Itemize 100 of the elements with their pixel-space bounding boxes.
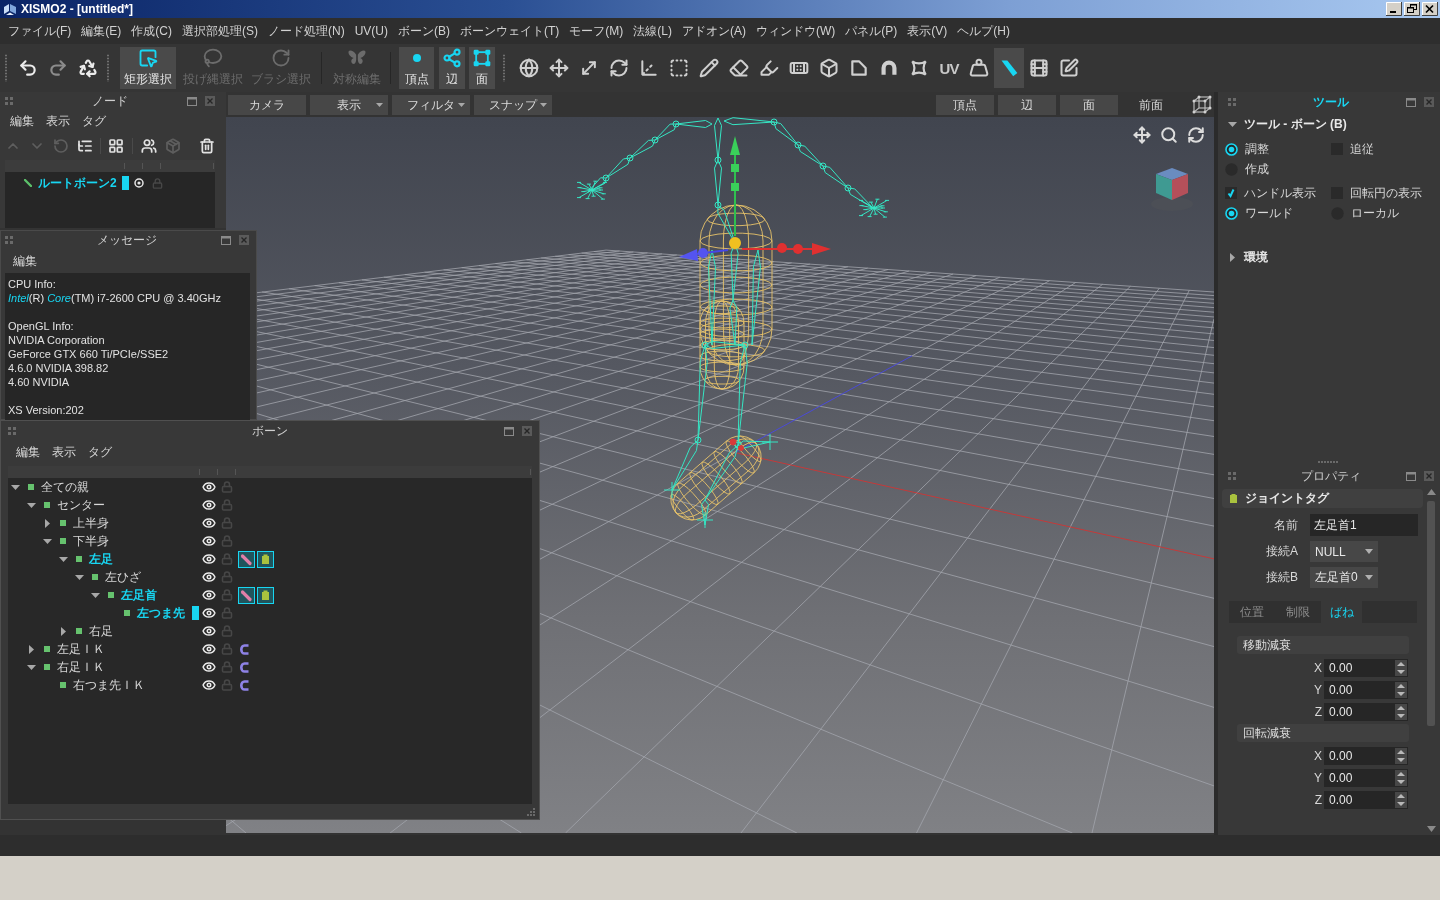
cube-outline-icon[interactable] xyxy=(819,58,839,78)
gizmo-arrow[interactable] xyxy=(679,248,729,261)
menu-item[interactable]: 選択部処理(S) xyxy=(177,22,263,40)
view-menu-button[interactable]: カメラ xyxy=(228,95,306,115)
pencil-tag-icon[interactable] xyxy=(238,586,255,604)
dropdown[interactable]: 左足首0 xyxy=(1310,567,1378,588)
restore-icon[interactable] xyxy=(1404,2,1420,16)
grid-icon[interactable] xyxy=(108,138,124,154)
eye-icon[interactable] xyxy=(202,570,216,584)
element-filter-button[interactable]: 頂点 xyxy=(936,95,994,115)
resize-grip-icon[interactable] xyxy=(527,807,535,816)
menu-item[interactable]: モーフ(M) xyxy=(564,22,629,40)
select-mode-button[interactable]: 矩形選択 xyxy=(120,47,176,89)
number-field[interactable]: 0.00 xyxy=(1324,681,1408,699)
weight-icon[interactable] xyxy=(969,58,989,78)
arch-icon[interactable] xyxy=(879,58,899,78)
element-filter-button[interactable]: 辺 xyxy=(998,95,1056,115)
dashed-square-icon[interactable] xyxy=(669,58,689,78)
magnet-icon[interactable] xyxy=(240,679,249,691)
magnet-icon[interactable] xyxy=(240,643,249,655)
eraser-icon[interactable] xyxy=(729,58,749,78)
bone-name[interactable]: 右足 xyxy=(89,622,113,640)
number-field[interactable]: 0.00 xyxy=(1324,769,1408,787)
menu-item[interactable]: アドオン(A) xyxy=(677,22,751,40)
maximize-icon[interactable] xyxy=(187,96,197,106)
menu-item[interactable]: ヘルプ(H) xyxy=(952,22,1015,40)
bone-name[interactable]: 左足ＩＫ xyxy=(57,640,105,658)
target-icon[interactable] xyxy=(133,178,144,188)
spin-arrows-icon[interactable] xyxy=(1395,704,1407,720)
caret-right-icon[interactable] xyxy=(27,644,36,654)
maximize-icon[interactable] xyxy=(221,235,231,245)
caret-right-icon[interactable] xyxy=(43,518,52,528)
bone-name[interactable]: 左つま先 xyxy=(137,604,185,622)
gizmo-center-handle[interactable] xyxy=(729,237,741,249)
menu-item[interactable]: 作成(C) xyxy=(126,22,177,40)
menu-item[interactable]: 法線(L) xyxy=(628,22,677,40)
rotate-icon[interactable] xyxy=(609,58,629,78)
caret-down-icon[interactable] xyxy=(91,590,100,600)
grip-icon[interactable] xyxy=(1228,98,1236,106)
bone-name[interactable]: 左足 xyxy=(89,550,113,568)
dropdown[interactable]: NULL xyxy=(1310,541,1378,562)
film-icon[interactable] xyxy=(1029,58,1049,78)
axis-icon[interactable] xyxy=(639,58,659,78)
grip-icon[interactable] xyxy=(1228,472,1236,480)
move-icon[interactable] xyxy=(1133,126,1151,144)
eye-icon[interactable] xyxy=(202,534,216,548)
bone-name[interactable]: 下半身 xyxy=(73,532,109,550)
view-menu-button[interactable]: フィルタ xyxy=(392,95,470,115)
move-icon[interactable] xyxy=(549,58,569,78)
menu-item[interactable]: 表示 xyxy=(52,443,76,461)
menu-item[interactable]: 表示(V) xyxy=(902,22,953,40)
text-field[interactable]: 左足首1 xyxy=(1310,514,1418,536)
maximize-icon[interactable] xyxy=(504,426,514,436)
tool-button[interactable] xyxy=(994,48,1024,88)
view-name-button[interactable]: 前面 xyxy=(1122,95,1180,115)
view-menu-button[interactable]: 表示 xyxy=(310,95,388,115)
eye-icon[interactable] xyxy=(202,552,216,566)
tab[interactable]: 制限 xyxy=(1275,601,1321,623)
magnet-icon[interactable] xyxy=(240,661,249,673)
tab[interactable]: 位置 xyxy=(1229,601,1275,623)
element-mode-button[interactable]: 面 xyxy=(469,47,495,89)
bone-name[interactable]: 左足首 xyxy=(121,586,157,604)
caret-down-icon[interactable] xyxy=(27,662,36,672)
wireframe-cube-icon[interactable] xyxy=(1192,95,1212,115)
bone-name[interactable]: 左ひざ xyxy=(105,568,141,586)
eye-icon[interactable] xyxy=(202,516,216,530)
bone-name[interactable]: 上半身 xyxy=(73,514,109,532)
scroll-up-icon[interactable] xyxy=(1426,489,1436,495)
bone-name[interactable]: 全ての親 xyxy=(41,478,89,496)
menu-item[interactable]: 編集 xyxy=(13,252,37,270)
pencil-tag-icon[interactable] xyxy=(238,550,255,568)
globe-icon[interactable] xyxy=(519,58,539,78)
menu-item[interactable]: ノード処理(N) xyxy=(263,22,350,40)
search-icon[interactable] xyxy=(1160,126,1178,144)
tab[interactable]: ばね xyxy=(1321,601,1362,623)
caret-right-icon[interactable] xyxy=(59,626,68,636)
spin-arrows-icon[interactable] xyxy=(1395,770,1407,786)
eye-icon[interactable] xyxy=(202,624,216,638)
caret-down-icon[interactable] xyxy=(43,536,52,546)
element-mode-button[interactable]: 辺 xyxy=(439,47,465,89)
bone-name[interactable]: センター xyxy=(57,496,105,514)
minimize-icon[interactable] xyxy=(1386,2,1402,16)
menu-item[interactable]: ウィンドウ(W) xyxy=(751,22,841,40)
trash-icon[interactable] xyxy=(199,138,215,154)
scrollbar-thumb[interactable] xyxy=(1427,501,1435,726)
element-filter-button[interactable]: 面 xyxy=(1060,95,1118,115)
grip-icon[interactable] xyxy=(106,54,110,82)
cut-corner-icon[interactable] xyxy=(849,58,869,78)
undo-icon[interactable] xyxy=(18,58,38,78)
number-field[interactable]: 0.00 xyxy=(1324,659,1408,677)
menu-item[interactable]: タグ xyxy=(82,112,106,130)
maximize-icon[interactable] xyxy=(1406,97,1416,107)
close-icon[interactable] xyxy=(1422,2,1438,16)
grip-icon[interactable] xyxy=(8,427,16,435)
eye-icon[interactable] xyxy=(202,660,216,674)
menu-item[interactable]: 表示 xyxy=(46,112,70,130)
diagonal-arrow-icon[interactable] xyxy=(579,58,599,78)
rotate-icon[interactable] xyxy=(1187,126,1205,144)
radio-button[interactable] xyxy=(1225,206,1238,220)
grip-icon[interactable] xyxy=(5,97,13,105)
